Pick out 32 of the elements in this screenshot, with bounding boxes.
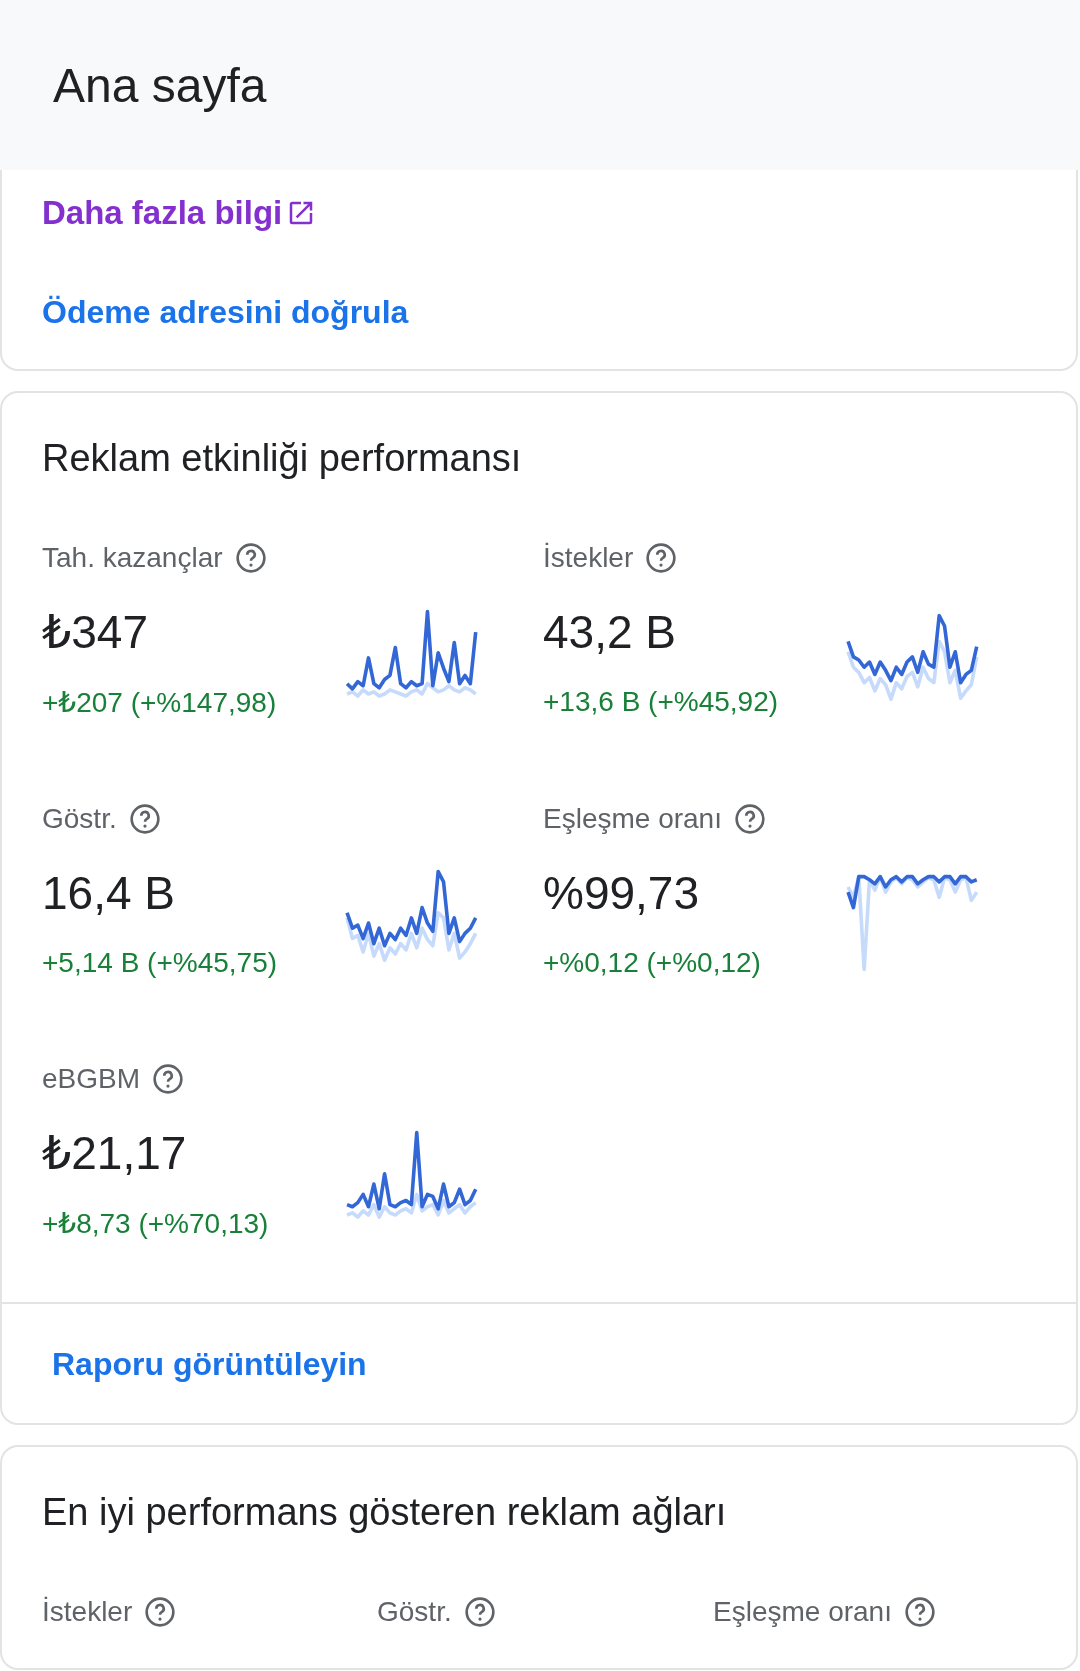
column-header: İstekler (42, 1596, 133, 1628)
metric-value: 43,2 B (543, 605, 677, 660)
verify-address-link[interactable]: Ödeme adresini doğrula (42, 294, 409, 331)
metric-change: +13,6 B (+%45,92) (543, 686, 780, 718)
card-title: Reklam etkinliği performansı (41, 436, 523, 480)
help-icon[interactable] (645, 542, 678, 574)
metric-label: Eşleşme oranı (543, 803, 722, 835)
metric-value: %99,73 (543, 866, 700, 921)
metric-value: 16,4 B (42, 866, 176, 921)
learn-more-link[interactable]: Daha fazla bilgi (42, 194, 317, 232)
column-header: Göstr. (377, 1596, 452, 1628)
help-icon[interactable] (463, 1596, 496, 1628)
card-title: En iyi performans gösteren reklam ağları (41, 1490, 728, 1534)
metric-change: +₺8,73 (+%70,13) (42, 1207, 270, 1240)
metric-label: Göstr. (42, 803, 117, 835)
metric-change: +%0,12 (+%0,12) (543, 947, 762, 979)
help-icon[interactable] (152, 1063, 185, 1095)
help-icon[interactable] (234, 542, 267, 574)
view-report-link[interactable]: Raporu görüntüleyin (52, 1346, 367, 1383)
page-title: Ana sayfa (53, 57, 267, 113)
metric-label: İstekler (543, 542, 634, 574)
metric-value: ₺21,17 (42, 1126, 188, 1181)
metric-change: +₺207 (+%147,98) (42, 686, 278, 719)
metric-label: Tah. kazançlar (42, 542, 223, 574)
help-icon[interactable] (144, 1596, 177, 1628)
column-header: Eşleşme oranı (713, 1596, 892, 1628)
help-icon[interactable] (733, 803, 766, 835)
help-icon[interactable] (903, 1596, 936, 1628)
metric-change: +5,14 B (+%45,75) (42, 947, 279, 979)
metric-value: ₺347 (42, 605, 149, 660)
metric-label: eBGBM (42, 1063, 141, 1095)
help-icon[interactable] (128, 803, 161, 835)
